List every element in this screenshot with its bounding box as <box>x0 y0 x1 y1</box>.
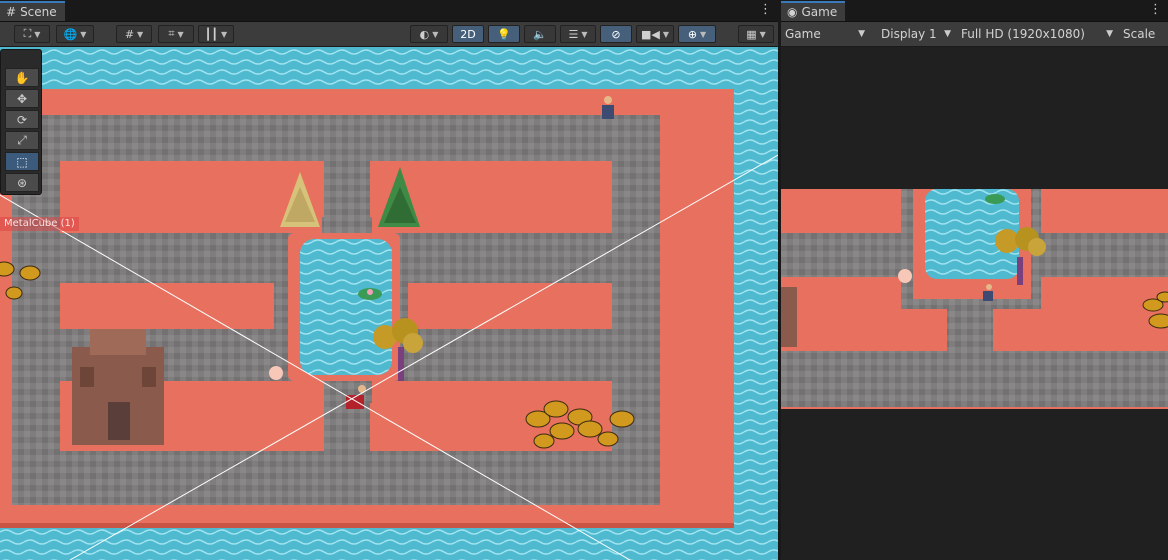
gizmo-toggle-icon: ⛶ <box>23 27 32 40</box>
audio-icon: 🔈 <box>533 27 547 41</box>
scene-tab-label: Scene <box>20 5 57 19</box>
game-pink-orb <box>898 269 912 283</box>
camera-icon: ■◀ <box>640 27 660 41</box>
chevron-down-icon: ▼ <box>858 29 865 39</box>
selected-object-label: MetalCube (1) <box>0 217 79 231</box>
transform-icon: ⊛ <box>16 175 28 190</box>
hidden-objects-button[interactable]: ⊘ <box>600 25 632 43</box>
scale-control[interactable]: Scale <box>1119 24 1168 44</box>
game-tab-bar: ◉ Game ⋮ <box>781 0 1168 22</box>
scene-map <box>0 47 778 560</box>
pond <box>300 239 392 375</box>
scene-viewport[interactable]: MetalCube (1) ✋ ✥ ⟳ ⤢ ⬚ ⊛ <box>0 47 778 560</box>
game-panel: ◉ Game ⋮ Game ▼ Display 1 ▼ Full HD (1920x… <box>781 0 1168 560</box>
2d-mode-label: 2D <box>460 27 476 41</box>
light-icon: 💡 <box>497 27 511 41</box>
gizmos-icon: ⊕ <box>687 27 698 41</box>
draw-mode-button[interactable]: ◐ ▼ <box>410 25 448 43</box>
game-tab-label: Game <box>801 5 838 19</box>
scale-tool-button[interactable]: ⤢ <box>5 131 39 150</box>
move-icon: ✥ <box>16 91 28 106</box>
globe-icon: 🌐 <box>63 27 78 41</box>
transform-tool-button[interactable]: ⊛ <box>5 173 39 192</box>
scale-icon: ⤢ <box>17 133 27 147</box>
game-tab[interactable]: ◉ Game <box>781 1 846 21</box>
game-mode-value: Game <box>785 27 821 41</box>
scale-label: Scale <box>1123 27 1156 41</box>
game-building-edge <box>781 287 797 347</box>
hidden-objects-icon: ⊘ <box>611 27 621 41</box>
overlay-button[interactable]: ▦ ▼ <box>738 25 774 43</box>
display-value: Display 1 <box>881 27 937 41</box>
move-tool-button[interactable]: ✥ <box>5 89 39 108</box>
increment-snap-icon: ⌗ <box>168 27 175 40</box>
rotate-tool-button[interactable]: ⟳ <box>5 110 39 129</box>
game-lily-pad <box>985 194 1005 204</box>
rotate-icon: ⟳ <box>16 112 28 127</box>
scene-panel: # Scene ⋮ ⛶ ▼ 🌐 ▼ # ▼ ⌗ ▼ ┃┃ ▼ ◐ ▼ 2D 💡 🔈 ☰ ▼ ⊘… <box>0 0 778 560</box>
light-toggle-button[interactable]: 💡 <box>488 25 520 43</box>
increment-snap-button[interactable]: ⌗ ▼ <box>158 25 194 43</box>
pink-orb <box>269 366 283 380</box>
gizmos-button[interactable]: ⊕ ▼ <box>678 25 716 43</box>
snap-grid-button[interactable]: # ▼ <box>116 25 152 43</box>
resolution-value: Full HD (1920x1080) <box>961 27 1085 41</box>
snap-grid-icon: # <box>124 27 135 41</box>
scene-grid-icon: # <box>6 5 17 19</box>
effects-button[interactable]: ☰ ▼ <box>560 25 596 43</box>
ruler-button[interactable]: ┃┃ ▼ <box>198 25 234 43</box>
scene-tab-bar: # Scene ⋮ <box>0 0 778 22</box>
global-button[interactable]: 🌐 ▼ <box>56 25 94 43</box>
resolution-dropdown[interactable]: Full HD (1920x1080) ▼ <box>957 24 1117 44</box>
audio-toggle-button[interactable]: 🔈 <box>524 25 556 43</box>
chevron-down-icon: ▼ <box>944 29 951 39</box>
game-mode-dropdown[interactable]: Game ▼ <box>781 24 869 44</box>
2d-mode-button[interactable]: 2D <box>452 25 484 43</box>
game-toolbar: Game ▼ Display 1 ▼ Full HD (1920x1080) ▼ Sc… <box>781 22 1168 47</box>
rect-icon: ⬚ <box>16 154 28 169</box>
tools-overlay: ✋ ✥ ⟳ ⤢ ⬚ ⊛ <box>0 49 42 195</box>
effects-icon: ☰ <box>568 27 579 41</box>
scene-tab[interactable]: # Scene <box>0 1 65 21</box>
draw-mode-icon: ◐ <box>419 27 430 41</box>
overlay-icon: ▦ <box>746 27 757 41</box>
display-dropdown[interactable]: Display 1 ▼ <box>877 24 955 44</box>
gizmo-toggle-button[interactable]: ⛶ ▼ <box>14 25 50 43</box>
gamepad-icon: ◉ <box>787 5 798 19</box>
ruler-icon: ┃┃ <box>204 27 219 41</box>
camera-button[interactable]: ■◀ ▼ <box>636 25 674 43</box>
scene-more-menu-icon[interactable]: ⋮ <box>759 3 772 17</box>
rect-tool-button[interactable]: ⬚ <box>5 152 39 171</box>
game-render <box>781 189 1168 409</box>
scene-toolbar: ⛶ ▼ 🌐 ▼ # ▼ ⌗ ▼ ┃┃ ▼ ◐ ▼ 2D 💡 🔈 ☰ ▼ ⊘ ■◀ ▼ ⊕ ▼ ▦ ▼ <box>0 22 778 47</box>
hand-tool-button[interactable]: ✋ <box>5 68 39 87</box>
game-view[interactable] <box>781 47 1168 560</box>
game-more-menu-icon[interactable]: ⋮ <box>1149 3 1162 17</box>
chevron-down-icon: ▼ <box>1106 29 1113 39</box>
hand-icon: ✋ <box>14 70 30 85</box>
